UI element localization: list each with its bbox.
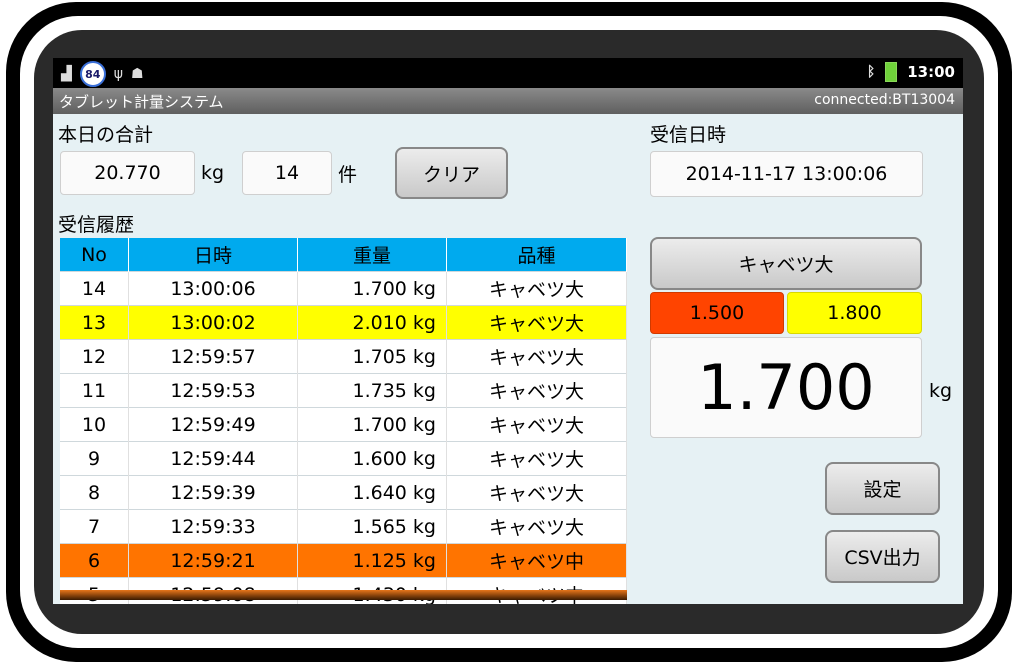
connection-status: connected:BT13004 <box>814 92 955 108</box>
column-header-no: No <box>60 238 129 272</box>
cell-type: キャベツ大 <box>446 339 627 374</box>
battery-icon <box>885 62 898 82</box>
cell-type: キャベツ中 <box>446 543 627 578</box>
weight-unit-label: kg <box>201 162 225 184</box>
column-header-datetime: 日時 <box>128 238 298 272</box>
table-row[interactable]: 14 13:00:06 1.700 kg キャベツ大 <box>60 271 627 306</box>
history-header-row: No 日時 重量 品種 <box>60 238 627 272</box>
cell-time: 12:59:49 <box>128 407 298 442</box>
csv-export-button[interactable]: CSV出力 <box>825 530 940 583</box>
cell-time: 12:59:57 <box>128 339 298 374</box>
cell-type: キャベツ大 <box>446 441 627 476</box>
table-scroll-overflow[interactable] <box>60 590 627 600</box>
table-row[interactable]: 12 12:59:57 1.705 kg キャベツ大 <box>60 339 627 374</box>
cell-time: 12:59:21 <box>128 543 298 578</box>
status-bar: ▟ 84 ψ ☗ ᛒ 13:00 <box>53 58 963 88</box>
table-row[interactable]: 6 12:59:21 1.125 kg キャベツ中 <box>60 543 627 578</box>
lower-limit-field: 1.500 <box>650 292 784 334</box>
android-debug-icon: ☗ <box>131 66 144 82</box>
cell-weight: 1.700 kg <box>297 407 447 442</box>
clock: 13:00 <box>907 63 955 81</box>
cell-type: キャベツ大 <box>446 373 627 408</box>
upper-limit-field: 1.800 <box>787 292 922 334</box>
cell-weight: 2.010 kg <box>297 305 447 340</box>
table-row[interactable]: 7 12:59:33 1.565 kg キャベツ大 <box>60 509 627 544</box>
cell-type: キャベツ大 <box>446 475 627 510</box>
received-datetime-label: 受信日時 <box>650 124 727 146</box>
cell-time: 13:00:06 <box>128 271 298 306</box>
settings-button[interactable]: 設定 <box>825 462 940 515</box>
product-select-button[interactable]: キャベツ大 <box>650 237 922 290</box>
cell-weight: 1.700 kg <box>297 271 447 306</box>
app-title-bar: タブレット計量システム connected:BT13004 <box>53 88 963 114</box>
bluetooth-icon: ᛒ <box>866 64 876 80</box>
today-total-label: 本日の合計 <box>58 124 154 146</box>
current-weight-unit: kg <box>929 380 953 402</box>
cell-time: 12:59:53 <box>128 373 298 408</box>
table-row[interactable]: 10 12:59:49 1.700 kg キャベツ大 <box>60 407 627 442</box>
cell-time: 12:59:33 <box>128 509 298 544</box>
cell-weight: 1.735 kg <box>297 373 447 408</box>
received-datetime-field: 2014-11-17 13:00:06 <box>650 151 923 197</box>
cell-no: 8 <box>60 475 129 510</box>
total-weight-field: 20.770 <box>60 151 195 195</box>
usb-icon: ψ <box>113 66 124 82</box>
cell-weight: 1.565 kg <box>297 509 447 544</box>
cell-time: 13:00:02 <box>128 305 298 340</box>
cell-no: 14 <box>60 271 129 306</box>
cell-no: 13 <box>60 305 129 340</box>
cell-no: 12 <box>60 339 129 374</box>
table-row[interactable]: 11 12:59:53 1.735 kg キャベツ大 <box>60 373 627 408</box>
cell-time: 12:59:44 <box>128 441 298 476</box>
current-weight-display: 1.700 <box>650 337 922 438</box>
history-table: No 日時 重量 品種 14 13:00:06 1.700 kg キャベツ大 1… <box>60 238 627 604</box>
cell-weight: 1.640 kg <box>297 475 447 510</box>
column-header-type: 品種 <box>446 238 627 272</box>
cell-weight: 1.705 kg <box>297 339 447 374</box>
history-label: 受信履歴 <box>58 214 135 236</box>
cell-weight: 1.600 kg <box>297 441 447 476</box>
cell-no: 7 <box>60 509 129 544</box>
cell-no: 11 <box>60 373 129 408</box>
cell-type: キャベツ大 <box>446 271 627 306</box>
cell-no: 6 <box>60 543 129 578</box>
cell-type: キャベツ大 <box>446 305 627 340</box>
cell-type: キャベツ大 <box>446 509 627 544</box>
cell-time: 12:59:39 <box>128 475 298 510</box>
column-header-weight: 重量 <box>297 238 447 272</box>
cell-type: キャベツ大 <box>446 407 627 442</box>
screen: ▟ 84 ψ ☗ ᛒ 13:00 タブレット計量システム connected:B… <box>53 58 963 604</box>
app-title: タブレット計量システム <box>59 93 224 111</box>
cell-no: 9 <box>60 441 129 476</box>
total-count-field: 14 <box>242 151 332 195</box>
count-unit-label: 件 <box>338 164 358 186</box>
cell-weight: 1.125 kg <box>297 543 447 578</box>
table-row[interactable]: 13 13:00:02 2.010 kg キャベツ大 <box>60 305 627 340</box>
table-row[interactable]: 8 12:59:39 1.640 kg キャベツ大 <box>60 475 627 510</box>
table-row[interactable]: 9 12:59:44 1.600 kg キャベツ大 <box>60 441 627 476</box>
cell-no: 10 <box>60 407 129 442</box>
clear-button[interactable]: クリア <box>395 147 508 199</box>
sim-card-icon: ▟ <box>61 66 72 82</box>
notification-badge: 84 <box>79 61 106 87</box>
